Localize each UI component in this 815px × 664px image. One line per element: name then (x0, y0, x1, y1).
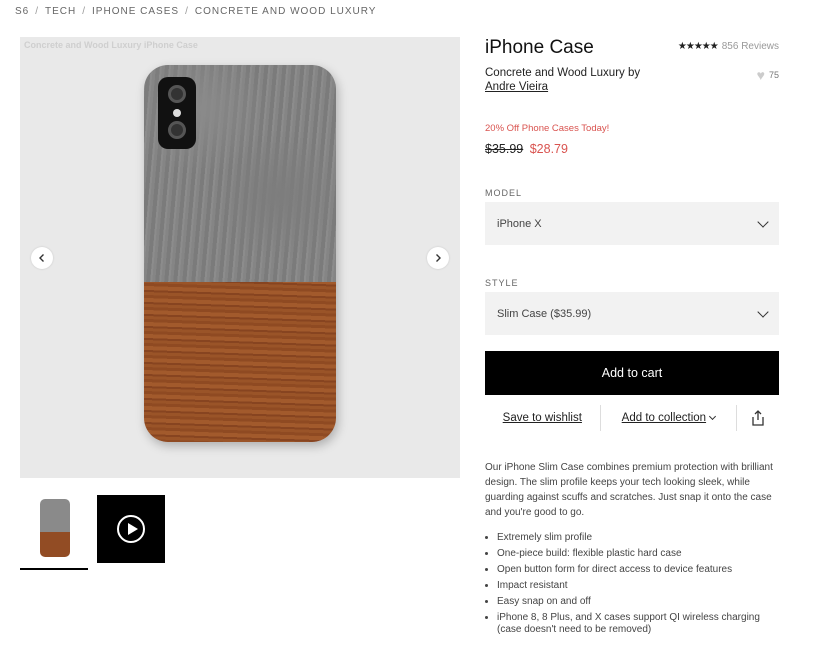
chevron-right-icon (436, 254, 441, 262)
feature-item: iPhone 8, 8 Plus, and X cases support QI… (497, 612, 779, 636)
gallery-prev-button[interactable] (31, 247, 53, 269)
style-value: Slim Case ($35.99) (497, 307, 592, 320)
heart-icon: ♥ (756, 67, 765, 83)
breadcrumb: S6 / TECH / IPHONE CASES / CONCRETE AND … (15, 6, 376, 17)
model-select[interactable]: iPhone X (485, 202, 779, 245)
product-subtitle: Concrete and Wood Luxury by Andre Vieira (485, 66, 779, 94)
chevron-left-icon (39, 254, 44, 262)
secondary-actions: Save to wishlist Add to collection (485, 405, 779, 431)
chevron-down-icon (757, 215, 769, 228)
original-price: $35.99 (485, 142, 524, 156)
price-block: $35.99 $28.79 (485, 142, 779, 156)
play-icon (117, 515, 145, 543)
feature-list: Extremely slim profile One-piece build: … (485, 532, 779, 636)
chevron-down-icon (709, 412, 717, 421)
breadcrumb-s6[interactable]: S6 (15, 6, 29, 17)
model-value: iPhone X (497, 217, 542, 230)
thumbnail-video[interactable] (97, 495, 165, 563)
product-info: iPhone Case ★★★★★ 856 Reviews Concrete a… (485, 37, 779, 640)
breadcrumb-separator: / (82, 6, 87, 17)
feature-item: Extremely slim profile (497, 532, 779, 544)
star-rating-icon: ★★★★★ (677, 41, 719, 52)
camera-bump (158, 77, 196, 149)
product-description: Our iPhone Slim Case combines premium pr… (485, 462, 773, 518)
add-to-collection-button[interactable]: Add to collection (601, 412, 737, 424)
style-select[interactable]: Slim Case ($35.99) (485, 292, 779, 335)
product-gallery: Concrete and Wood Luxury iPhone Case (20, 37, 460, 478)
model-label: MODEL (485, 188, 523, 198)
feature-item: Impact resistant (497, 580, 779, 592)
share-button[interactable] (737, 410, 779, 426)
product-image (144, 65, 336, 442)
gallery-next-button[interactable] (427, 247, 449, 269)
like-button[interactable]: ♥ 75 (757, 67, 779, 83)
like-count: 75 (768, 70, 779, 80)
sale-price: $28.79 (529, 142, 568, 156)
feature-item: One-piece build: flexible plastic hard c… (497, 548, 779, 560)
breadcrumb-separator: / (35, 6, 40, 17)
thumbnail-strip (20, 495, 165, 570)
review-count: 856 Reviews (721, 41, 779, 52)
design-name: Concrete and Wood Luxury by (485, 67, 641, 79)
chevron-down-icon (757, 305, 769, 318)
rating[interactable]: ★★★★★ 856 Reviews (678, 41, 779, 52)
artist-link[interactable]: Andre Vieira (485, 81, 548, 93)
promo-text: 20% Off Phone Cases Today! (485, 123, 610, 134)
breadcrumb-current[interactable]: CONCRETE AND WOOD LUXURY (195, 6, 377, 17)
breadcrumb-tech[interactable]: TECH (45, 6, 76, 17)
style-label: STYLE (485, 278, 519, 288)
breadcrumb-iphone-cases[interactable]: IPHONE CASES (92, 6, 179, 17)
thumbnail-image[interactable] (20, 495, 88, 570)
feature-item: Open button form for direct access to de… (497, 564, 779, 576)
share-icon (752, 410, 764, 426)
add-to-collection-link[interactable]: Add to collection (622, 412, 706, 424)
feature-item: Easy snap on and off (497, 596, 779, 608)
breadcrumb-separator: / (185, 6, 189, 17)
gallery-caption: Concrete and Wood Luxury iPhone Case (24, 40, 198, 50)
add-to-cart-button[interactable]: Add to cart (485, 351, 779, 395)
save-to-wishlist-link[interactable]: Save to wishlist (503, 412, 582, 424)
